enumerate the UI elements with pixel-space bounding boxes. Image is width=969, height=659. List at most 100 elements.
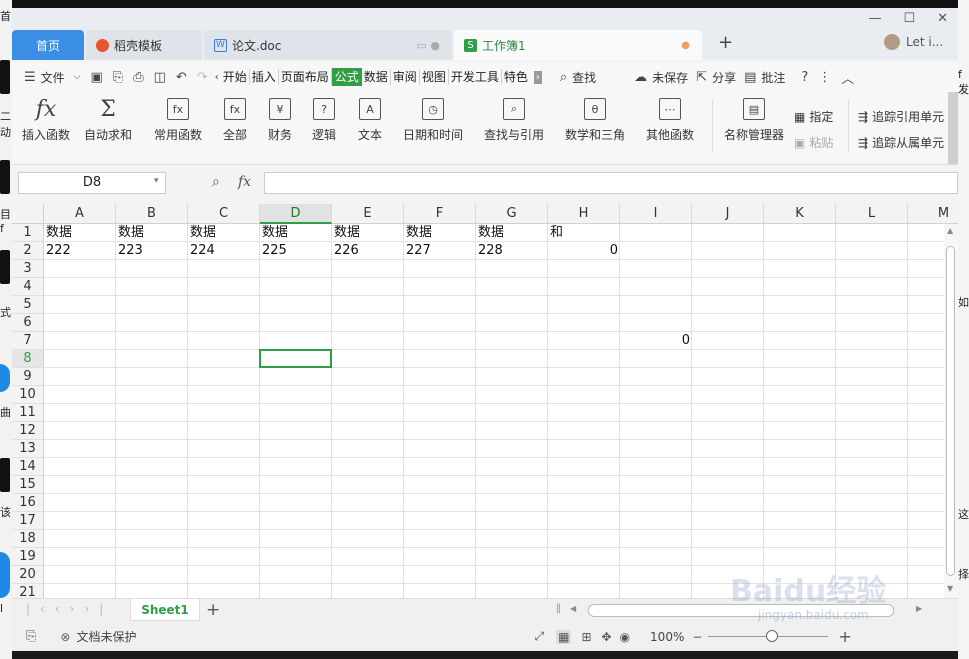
financial-button[interactable]: ¥ 财务	[268, 98, 292, 143]
scroll-down-icon[interactable]: ▼	[947, 584, 953, 593]
cell-d1[interactable]: 数据	[260, 224, 332, 242]
cell-d2[interactable]: 225	[260, 242, 332, 260]
comment-button[interactable]: 批注	[761, 69, 785, 86]
desktop-icon[interactable]	[0, 458, 10, 492]
user-account[interactable]: Let i...	[884, 34, 943, 50]
other-functions-button[interactable]: ⋯ 其他函数	[646, 98, 694, 143]
name-box[interactable]: D8	[18, 172, 166, 194]
sheet-tab-sheet1[interactable]: Sheet1	[130, 599, 200, 621]
sheet-nav-icons[interactable]: |‹‹››|	[26, 602, 113, 616]
cell-h2[interactable]: 0	[548, 242, 620, 260]
print-icon[interactable]: ⎙	[133, 70, 143, 85]
help-icon[interactable]: ?	[801, 70, 808, 85]
cell-a2[interactable]: 222	[44, 242, 116, 260]
chevron-down-icon[interactable]: ▾	[154, 176, 159, 186]
desktop-icon[interactable]	[0, 160, 10, 194]
math-trig-button[interactable]: θ 数学和三角	[565, 98, 625, 143]
tab-template[interactable]: 稻壳模板	[86, 30, 202, 60]
desktop-icon[interactable]	[0, 552, 10, 598]
menu-page-layout[interactable]: 页面布局	[279, 69, 332, 85]
new-tab-button[interactable]: +	[718, 32, 733, 53]
more-icon[interactable]: ⋮	[818, 70, 831, 85]
redo-icon[interactable]: ↷	[197, 70, 208, 85]
menu-view[interactable]: 视图	[420, 69, 449, 85]
chevron-left-icon[interactable]: ‹	[215, 72, 219, 83]
format-painter-icon[interactable]: ⎘	[113, 70, 123, 85]
menu-insert[interactable]: 插入	[250, 69, 279, 85]
scroll-up-icon[interactable]: ▲	[947, 226, 953, 235]
define-name-button[interactable]: ▦ 指定	[794, 108, 833, 125]
normal-view-icon[interactable]: ▦	[556, 629, 572, 644]
ribbon-scroll-right[interactable]	[948, 92, 958, 164]
reading-view-icon[interactable]: ✥	[602, 630, 612, 644]
menu-developer[interactable]: 开发工具	[449, 69, 502, 85]
trace-dependents-button[interactable]: ⇶ 追踪从属单元	[858, 134, 950, 151]
formula-input[interactable]	[264, 172, 958, 194]
tab-home[interactable]: 首页	[12, 30, 84, 60]
cell-f2[interactable]: 227	[404, 242, 476, 260]
common-functions-button[interactable]: fx 常用函数	[154, 98, 202, 143]
menu-home[interactable]: 开始	[221, 69, 250, 85]
unsaved-status[interactable]: 未保存	[652, 69, 688, 86]
menu-more-icon[interactable]: ›	[533, 70, 542, 84]
menu-special[interactable]: 特色	[502, 69, 534, 85]
spreadsheet-grid[interactable]: ABCDEFGHIJKLM 1 2 3 4 5 6 7 8 9 10 11 12 13 14 15 16 17 1…	[12, 204, 958, 598]
hamburger-icon[interactable]: ☰	[24, 70, 36, 85]
cell-h1[interactable]: 和	[548, 224, 620, 242]
desktop-icon[interactable]	[0, 250, 10, 284]
logical-button[interactable]: ? 逻辑	[312, 98, 336, 143]
paste-name-button[interactable]: ▣ 粘贴	[794, 134, 833, 151]
search-icon[interactable]: ⌕	[560, 70, 567, 85]
zoom-slider-knob[interactable]	[766, 630, 779, 642]
cell-f1[interactable]: 数据	[404, 224, 476, 242]
zoom-in-button[interactable]: +	[838, 627, 851, 646]
cell-i7[interactable]: 0	[620, 332, 692, 350]
splitter-icon[interactable]: ‖	[556, 603, 561, 614]
insert-function-button[interactable]: fx 插入函数	[22, 97, 70, 143]
cell-c2[interactable]: 224	[188, 242, 260, 260]
minimize-button[interactable]: —	[868, 11, 881, 26]
eye-icon[interactable]: ◉	[620, 630, 630, 644]
collapse-ribbon-icon[interactable]: ︿	[841, 68, 854, 87]
lookup-reference-button[interactable]: ⌕ 查找与引用	[484, 98, 544, 143]
zoom-level[interactable]: 100%	[650, 630, 684, 644]
active-cell-selection[interactable]	[259, 349, 332, 368]
cell-g1[interactable]: 数据	[476, 224, 548, 242]
desktop-icon[interactable]	[0, 60, 10, 94]
save-icon[interactable]: ▣	[91, 70, 103, 85]
vertical-scroll-thumb[interactable]	[946, 246, 955, 576]
chevron-down-icon[interactable]: ⌵	[74, 72, 81, 82]
tab-workbook[interactable]: S 工作簿1 ●	[454, 30, 702, 60]
page-icon[interactable]: ⎘	[26, 629, 36, 644]
protect-status[interactable]: 文档未保护	[76, 628, 136, 645]
print-preview-icon[interactable]: ◫	[154, 70, 166, 85]
name-manager-button[interactable]: ▤ 名称管理器	[724, 98, 784, 143]
cell-b1[interactable]: 数据	[116, 224, 188, 242]
tab-doc[interactable]: W 论文.doc ▭ ●	[204, 30, 452, 60]
menu-formulas[interactable]: 公式	[331, 68, 362, 86]
zoom-slider[interactable]	[708, 630, 829, 642]
scroll-right-icon[interactable]: ▶	[916, 604, 922, 613]
cell-b2[interactable]: 223	[116, 242, 188, 260]
fx-icon[interactable]: fx	[238, 174, 251, 190]
scroll-left-icon[interactable]: ◀	[570, 604, 576, 613]
undo-icon[interactable]: ↶	[176, 70, 187, 85]
menu-data[interactable]: 数据	[362, 69, 391, 85]
cell-c1[interactable]: 数据	[188, 224, 260, 242]
desktop-icon[interactable]	[0, 364, 10, 392]
cell-a1[interactable]: 数据	[44, 224, 116, 242]
all-functions-button[interactable]: fx 全部	[223, 98, 247, 143]
zoom-search-icon[interactable]: ⌕	[212, 174, 220, 190]
close-button[interactable]: ✕	[937, 11, 948, 26]
share-button[interactable]: 分享	[712, 69, 736, 86]
vertical-scrollbar[interactable]: ▲ ▼	[944, 224, 958, 598]
autosum-button[interactable]: Σ 自动求和	[84, 97, 132, 143]
zoom-out-button[interactable]: −	[692, 630, 702, 644]
cell-e2[interactable]: 226	[332, 242, 404, 260]
date-time-button[interactable]: ◷ 日期和时间	[403, 98, 463, 143]
cell-g2[interactable]: 228	[476, 242, 548, 260]
file-menu[interactable]: 文件	[41, 69, 65, 86]
menu-review[interactable]: 审阅	[391, 69, 420, 85]
add-sheet-button[interactable]: +	[206, 600, 220, 620]
cell-e1[interactable]: 数据	[332, 224, 404, 242]
